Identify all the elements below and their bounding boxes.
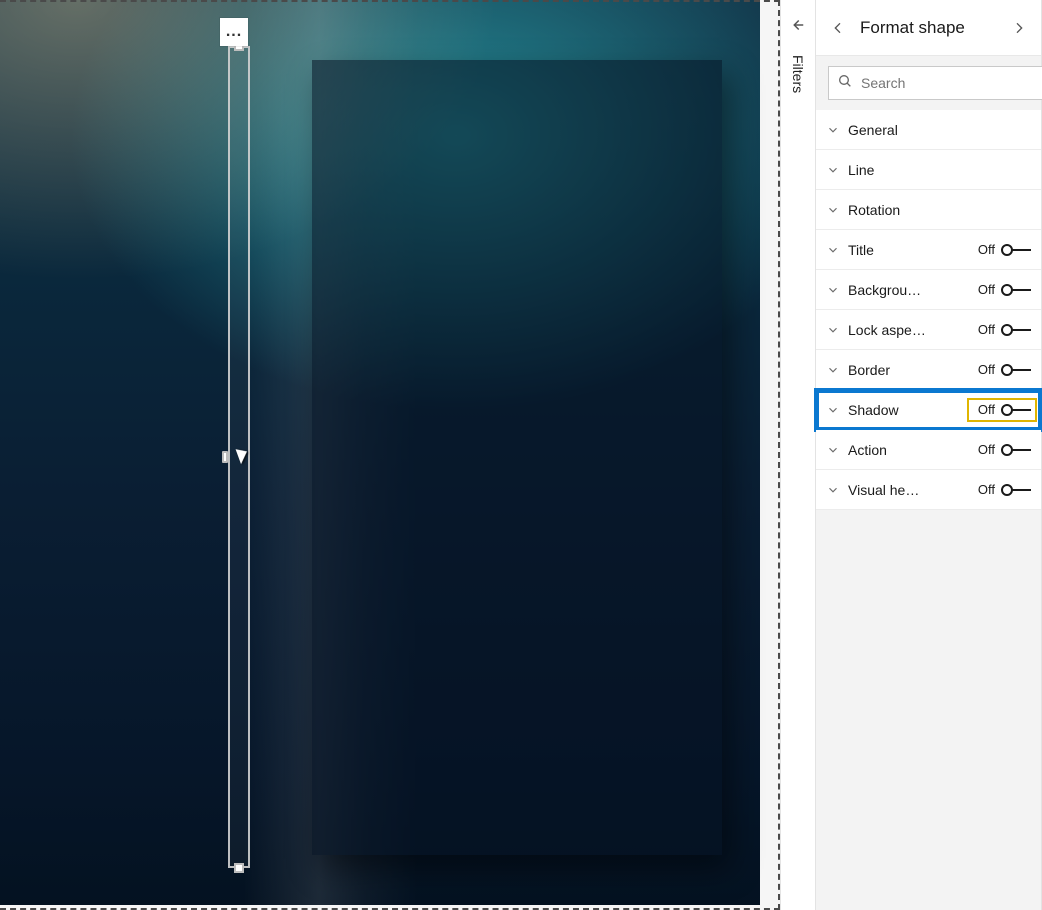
- property-label: Title: [848, 242, 932, 258]
- selected-shape[interactable]: [228, 46, 250, 868]
- chevron-down-icon: [826, 483, 840, 497]
- property-label: Action: [848, 442, 932, 458]
- property-toggle[interactable]: Off: [978, 442, 1031, 457]
- property-label: Rotation: [848, 202, 932, 218]
- property-row-line[interactable]: Line: [816, 150, 1041, 190]
- expand-filters-icon[interactable]: [789, 16, 807, 39]
- property-label: Line: [848, 162, 932, 178]
- toggle-state-text: Off: [978, 482, 995, 497]
- chevron-down-icon: [826, 203, 840, 217]
- search-box[interactable]: [828, 66, 1042, 100]
- property-toggle[interactable]: Off: [978, 362, 1031, 377]
- row-overflow-chevron-icon: [1038, 430, 1042, 469]
- property-label: Shadow: [848, 402, 932, 418]
- canvas-dark-panel: [312, 60, 722, 855]
- format-shape-pane: Format shape General Line Rotation Title Off…: [816, 0, 1042, 910]
- chevron-down-icon: [826, 283, 840, 297]
- toggle-state-text: Off: [978, 442, 995, 457]
- chevron-down-icon: [826, 123, 840, 137]
- row-overflow-chevron-icon: [1038, 470, 1042, 509]
- pane-header: Format shape: [816, 0, 1041, 56]
- property-toggle[interactable]: Off: [978, 322, 1031, 337]
- property-row-shadow[interactable]: Shadow Off: [816, 390, 1041, 430]
- property-label: Border: [848, 362, 932, 378]
- toggle-switch[interactable]: [1001, 243, 1031, 257]
- row-overflow-chevron-icon: [1038, 390, 1042, 429]
- property-toggle[interactable]: Off: [978, 402, 1031, 417]
- search-icon: [837, 73, 853, 94]
- chevron-down-icon: [826, 243, 840, 257]
- toggle-switch[interactable]: [1001, 363, 1031, 377]
- property-row-title[interactable]: Title Off: [816, 230, 1041, 270]
- property-row-rotation[interactable]: Rotation: [816, 190, 1041, 230]
- property-row-general[interactable]: General: [816, 110, 1041, 150]
- row-overflow-chevron-icon: [1038, 270, 1042, 309]
- pane-title: Format shape: [856, 18, 1001, 38]
- filters-label: Filters: [790, 55, 806, 93]
- toggle-state-text: Off: [978, 282, 995, 297]
- property-label: Lock aspe…: [848, 322, 932, 338]
- property-toggle[interactable]: Off: [978, 482, 1031, 497]
- pane-search-row: [816, 56, 1041, 110]
- chevron-down-icon: [826, 323, 840, 337]
- filters-strip[interactable]: Filters: [780, 0, 816, 910]
- toggle-switch[interactable]: [1001, 323, 1031, 337]
- pane-forward-button[interactable]: [1005, 14, 1033, 42]
- resize-handle-middle-left[interactable]: [222, 451, 228, 463]
- toggle-state-text: Off: [978, 322, 995, 337]
- toggle-state-text: Off: [978, 242, 995, 257]
- property-row-action[interactable]: Action Off: [816, 430, 1041, 470]
- properties-list: GeneralLineRotationTitleOffBackgrou…OffL…: [816, 110, 1041, 510]
- row-overflow-chevron-icon: [1038, 230, 1042, 269]
- chevron-down-icon: [826, 403, 840, 417]
- report-canvas[interactable]: ...: [0, 0, 780, 910]
- visual-more-options-button[interactable]: ...: [220, 18, 248, 46]
- property-row-backgrou[interactable]: Backgrou… Off: [816, 270, 1041, 310]
- toggle-switch[interactable]: [1001, 483, 1031, 497]
- property-row-lock-aspe[interactable]: Lock aspe… Off: [816, 310, 1041, 350]
- property-label: Backgrou…: [848, 282, 932, 298]
- search-input[interactable]: [861, 75, 1042, 91]
- property-row-border[interactable]: Border Off: [816, 350, 1041, 390]
- chevron-down-icon: [826, 163, 840, 177]
- property-toggle[interactable]: Off: [978, 282, 1031, 297]
- toggle-switch[interactable]: [1001, 403, 1031, 417]
- property-row-visual-he[interactable]: Visual he… Off: [816, 470, 1041, 510]
- toggle-state-text: Off: [978, 402, 995, 417]
- resize-handle-bottom[interactable]: [234, 863, 244, 873]
- chevron-down-icon: [826, 363, 840, 377]
- toggle-switch[interactable]: [1001, 443, 1031, 457]
- row-overflow-chevron-icon: [1038, 310, 1042, 349]
- chevron-down-icon: [826, 443, 840, 457]
- row-overflow-chevron-icon: [1038, 110, 1042, 149]
- toggle-state-text: Off: [978, 362, 995, 377]
- pane-back-button[interactable]: [824, 14, 852, 42]
- property-label: General: [848, 122, 932, 138]
- property-label: Visual he…: [848, 482, 932, 498]
- row-overflow-chevron-icon: [1038, 350, 1042, 389]
- property-toggle[interactable]: Off: [978, 242, 1031, 257]
- row-overflow-chevron-icon: [1038, 150, 1042, 189]
- toggle-switch[interactable]: [1001, 283, 1031, 297]
- row-overflow-chevron-icon: [1038, 190, 1042, 229]
